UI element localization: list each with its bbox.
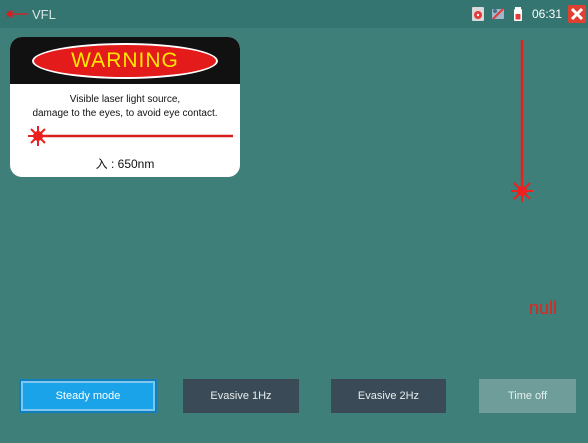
time-off-button[interactable]: Time off (479, 379, 576, 413)
clock: 06:31 (531, 7, 562, 21)
warning-line-1: Visible laser light source, (69, 94, 181, 105)
close-icon[interactable] (568, 5, 586, 23)
disc-icon (471, 7, 484, 21)
evasive-1hz-button[interactable]: Evasive 1Hz (183, 379, 299, 413)
status-bar: 06:31 (470, 4, 588, 24)
warning-header: WARNING (10, 37, 240, 84)
laser-icon (6, 10, 27, 18)
warning-line-2: damage to the eyes, to avoid eye contact… (32, 108, 218, 119)
status-readout: null (529, 298, 558, 318)
wavelength-label: 入 : 650nm (95, 157, 155, 171)
evasive-2hz-button[interactable]: Evasive 2Hz (331, 379, 446, 413)
app-title: VFL (32, 7, 56, 22)
battery-icon (513, 7, 522, 21)
laser-beam-icon (28, 126, 233, 146)
tools-icon (491, 8, 504, 20)
top-bar: VFL 06:31 (0, 0, 588, 28)
warning-card: WARNING Visible laser light source, dama… (10, 37, 240, 177)
laser-indicator-icon (511, 40, 533, 202)
warning-badge: WARNING (32, 43, 218, 79)
steady-mode-button[interactable]: Steady mode (19, 379, 157, 413)
warning-title: WARNING (71, 49, 179, 72)
